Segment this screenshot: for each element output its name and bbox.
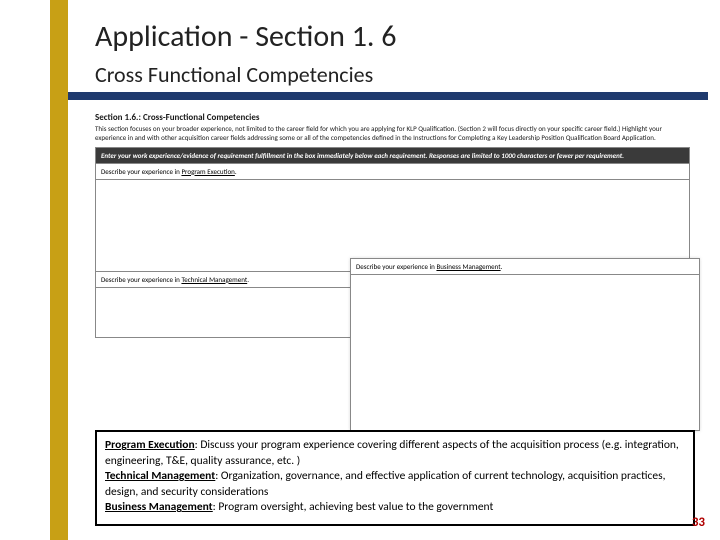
def-technical-management: Technical Management: Organization, gove… <box>105 469 685 500</box>
left-accent-bar <box>50 0 68 540</box>
header-divider <box>68 92 708 100</box>
form-section-title: Section 1.6.: Cross-Functional Competenc… <box>95 112 690 123</box>
footer-definitions: Program Execution: Discuss your program … <box>95 430 695 526</box>
page-subtitle: Cross Functional Competencies <box>95 61 396 88</box>
page-number: 33 <box>692 515 705 530</box>
header: Application - Section 1. 6 Cross Functio… <box>95 18 396 88</box>
def-program-execution: Program Execution: Discuss your program … <box>105 438 685 469</box>
prompt-program-execution: Describe your experience in Program Exec… <box>95 164 690 180</box>
form-instruction-box: Enter your work experience/evidence of r… <box>95 147 690 164</box>
prompt-business-management: Describe your experience in Business Man… <box>351 259 699 275</box>
input-business-management[interactable] <box>351 275 699 430</box>
overlay-business-management: Describe your experience in Business Man… <box>350 258 700 431</box>
def-business-management: Business Management: Program oversight, … <box>105 500 685 516</box>
form-section-description: This section focuses on your broader exp… <box>95 125 690 143</box>
page-title: Application - Section 1. 6 <box>95 18 396 55</box>
